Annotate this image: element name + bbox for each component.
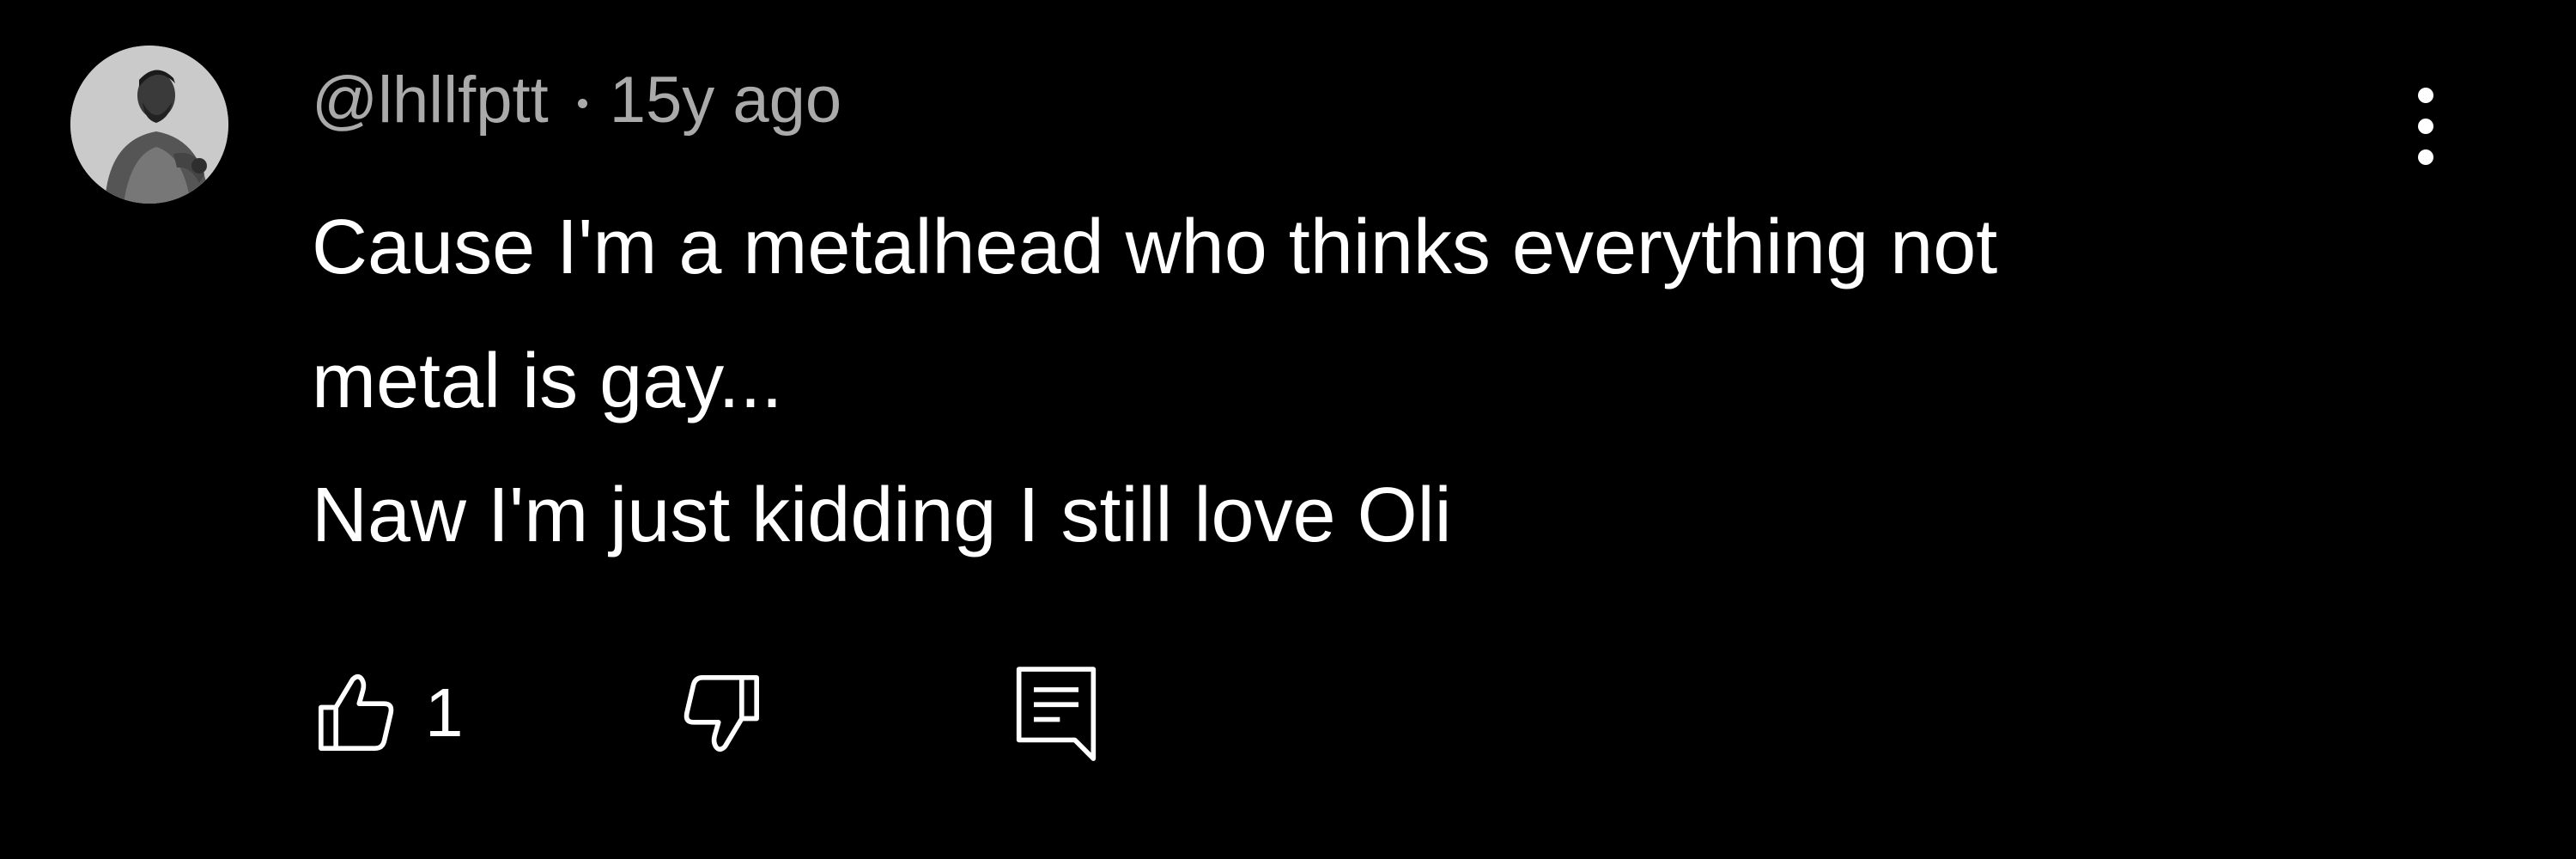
author-name[interactable]: @lhllfptt: [312, 63, 549, 137]
thumbs-up-icon: [319, 673, 394, 751]
meta-separator: [577, 98, 587, 108]
comment-timestamp[interactable]: 15y ago: [610, 63, 841, 137]
comment-text-line: Naw I'm just kidding I still love Oli: [312, 472, 1452, 558]
like-count: 1: [425, 674, 464, 751]
comment-text-line: metal is gay...: [312, 338, 783, 424]
comment-meta: @lhllfptt 15y ago: [312, 58, 841, 141]
kebab-menu-icon-dot: [2418, 149, 2433, 165]
avatar[interactable]: [70, 46, 228, 204]
kebab-menu-icon: [2418, 88, 2433, 103]
comment-text-line: Cause I'm a metalhead who thinks everyth…: [312, 204, 1998, 290]
like-button[interactable]: 1: [312, 661, 464, 765]
comment-text: Cause I'm a metalhead who thinks everyth…: [312, 180, 2407, 582]
dislike-button[interactable]: [677, 661, 766, 765]
kebab-menu-icon-dot: [2418, 119, 2433, 134]
avatar-photo-icon: [70, 46, 228, 204]
comment-actions: 1: [312, 661, 1256, 765]
thumbs-down-icon: [683, 675, 759, 752]
comment-thread-item: @lhllfptt 15y ago Cause I'm a metalhead …: [0, 0, 2576, 859]
reply-button[interactable]: [1012, 661, 1101, 765]
more-actions-button[interactable]: [2396, 79, 2456, 174]
reply-comment-icon: [1016, 667, 1097, 761]
